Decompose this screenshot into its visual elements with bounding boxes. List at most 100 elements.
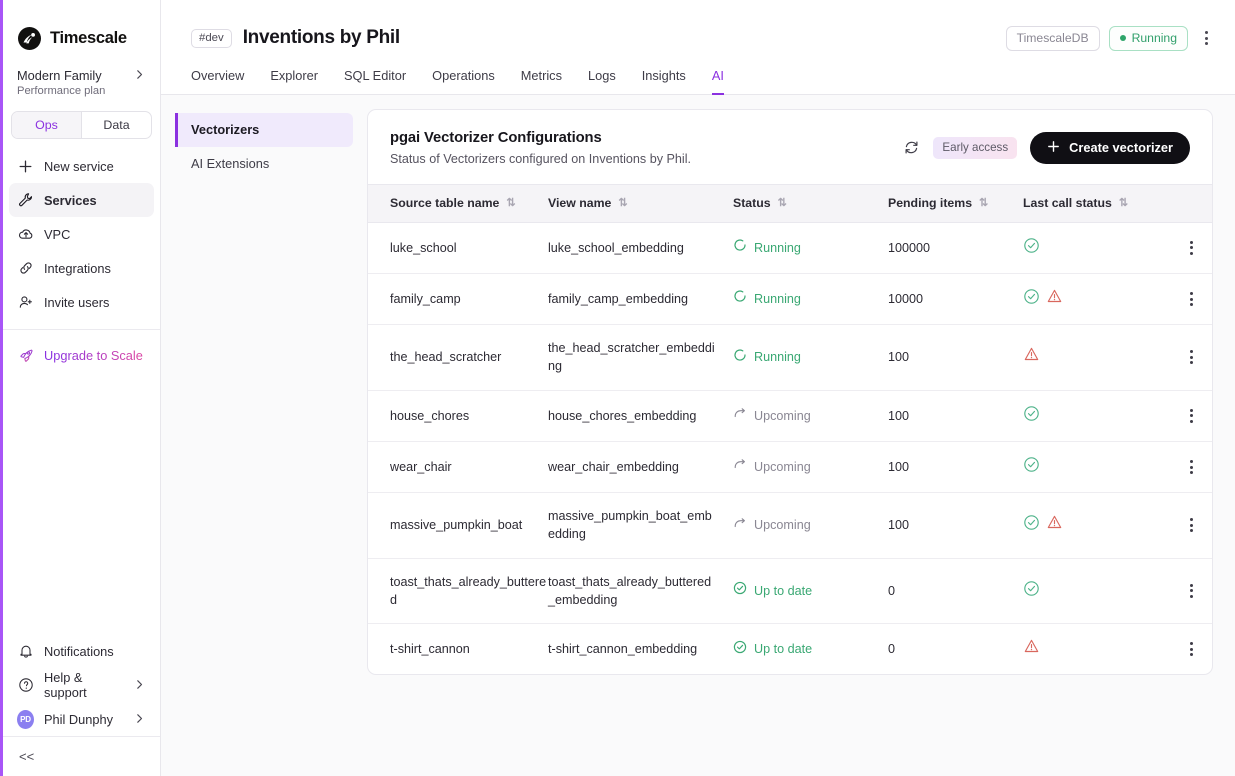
column-header-pending-items[interactable]: Pending items ⇅ bbox=[888, 184, 1023, 222]
sidebar-item-integrations[interactable]: Integrations bbox=[9, 251, 154, 285]
environment-badge: #dev bbox=[191, 29, 232, 48]
sidebar-nav: New service Services VPC bbox=[3, 149, 160, 372]
more-options-icon[interactable] bbox=[1197, 31, 1215, 45]
row-more-options-icon[interactable] bbox=[1168, 292, 1213, 306]
table-row[interactable]: the_head_scratcherthe_head_scratcher_emb… bbox=[368, 325, 1213, 391]
ops-data-toggle[interactable]: Ops Data bbox=[11, 111, 152, 139]
tab-sql-editor[interactable]: SQL Editor bbox=[344, 68, 406, 95]
sidebar-item-label: Notifications bbox=[44, 644, 114, 659]
column-header-view-name[interactable]: View name ⇅ bbox=[548, 184, 733, 222]
cell-last-call-status bbox=[1023, 493, 1168, 559]
row-more-options-icon[interactable] bbox=[1168, 350, 1213, 364]
brand-logo[interactable]: Timescale bbox=[3, 0, 160, 56]
cloud-upload-icon bbox=[17, 226, 34, 243]
row-more-options-icon[interactable] bbox=[1168, 584, 1213, 598]
cell-last-call-status bbox=[1023, 273, 1168, 324]
cell-status: Upcoming bbox=[733, 441, 888, 492]
tab-insights[interactable]: Insights bbox=[642, 68, 686, 95]
user-plus-icon bbox=[17, 294, 34, 311]
column-header-source-table-name[interactable]: Source table name ⇅ bbox=[368, 184, 548, 222]
cell-row-actions bbox=[1168, 390, 1213, 441]
view-name: family_camp_embedding bbox=[548, 292, 688, 306]
table-row[interactable]: toast_thats_already_butteredtoast_thats_… bbox=[368, 558, 1213, 624]
sort-icon[interactable]: ⇅ bbox=[1119, 198, 1127, 209]
cell-last-call-status bbox=[1023, 558, 1168, 624]
source-table-name: wear_chair bbox=[390, 460, 452, 474]
avatar-initials: PD bbox=[17, 710, 34, 729]
sidebar-item-new-service[interactable]: New service bbox=[9, 149, 154, 183]
create-vectorizer-button[interactable]: Create vectorizer bbox=[1030, 132, 1190, 164]
sidebar-item-label: New service bbox=[44, 159, 114, 174]
sidebar-divider bbox=[3, 329, 160, 330]
sidebar-item-notifications[interactable]: Notifications bbox=[9, 634, 154, 668]
sidebar-item-label: Upgrade to Scale bbox=[44, 348, 143, 363]
table-row[interactable]: massive_pumpkin_boatmassive_pumpkin_boat… bbox=[368, 493, 1213, 559]
warning-triangle-icon bbox=[1046, 514, 1063, 536]
cell-source-table-name: family_camp bbox=[368, 273, 548, 324]
row-more-options-icon[interactable] bbox=[1168, 241, 1213, 255]
tab-ai[interactable]: AI bbox=[712, 68, 724, 95]
tab-explorer[interactable]: Explorer bbox=[270, 68, 318, 95]
row-more-options-icon[interactable] bbox=[1168, 409, 1213, 423]
status-upcoming-icon bbox=[733, 516, 747, 535]
sidebar-item-label: Help & support bbox=[44, 670, 123, 700]
tab-overview[interactable]: Overview bbox=[191, 68, 244, 95]
table-row[interactable]: family_campfamily_camp_embeddingRunning1… bbox=[368, 273, 1213, 324]
sidebar-item-upgrade-to-scale[interactable]: Upgrade to Scale bbox=[9, 338, 154, 372]
sort-icon[interactable]: ⇅ bbox=[778, 198, 786, 209]
cell-row-actions bbox=[1168, 325, 1213, 391]
early-access-badge: Early access bbox=[933, 137, 1017, 159]
cell-source-table-name: house_chores bbox=[368, 390, 548, 441]
column-header-last-call-status[interactable]: Last call status ⇅ bbox=[1023, 184, 1168, 222]
sidebar-item-vpc[interactable]: VPC bbox=[9, 217, 154, 251]
table-row[interactable]: house_choreshouse_chores_embeddingUpcomi… bbox=[368, 390, 1213, 441]
cell-row-actions bbox=[1168, 273, 1213, 324]
check-circle-icon bbox=[1023, 288, 1040, 310]
status-running-icon bbox=[733, 238, 747, 257]
bell-icon bbox=[17, 643, 34, 660]
sort-icon[interactable]: ⇅ bbox=[979, 198, 987, 209]
sidebar-item-help-support[interactable]: Help & support bbox=[9, 668, 154, 702]
sidebar-item-user-account[interactable]: PD Phil Dunphy bbox=[9, 702, 154, 736]
cell-source-table-name: t-shirt_cannon bbox=[368, 624, 548, 675]
org-block[interactable]: Modern Family Performance plan bbox=[3, 56, 160, 97]
card-header-actions: Early access Create vectorizer bbox=[903, 132, 1190, 164]
table-row[interactable]: wear_chairwear_chair_embeddingUpcoming10… bbox=[368, 441, 1213, 492]
status-running-icon bbox=[733, 348, 747, 367]
warning-triangle-icon bbox=[1023, 346, 1040, 368]
row-more-options-icon[interactable] bbox=[1168, 518, 1213, 532]
row-more-options-icon[interactable] bbox=[1168, 642, 1213, 656]
column-label: View name bbox=[548, 196, 611, 210]
check-circle-icon bbox=[1023, 514, 1040, 536]
subnav-item-vectorizers[interactable]: Vectorizers bbox=[175, 113, 353, 147]
refresh-icon[interactable] bbox=[903, 139, 920, 156]
plus-icon bbox=[17, 158, 34, 175]
tab-logs[interactable]: Logs bbox=[588, 68, 616, 95]
cell-view-name: the_head_scratcher_embedding bbox=[548, 325, 733, 391]
table-row[interactable]: t-shirt_cannont-shirt_cannon_embeddingUp… bbox=[368, 624, 1213, 675]
card-subtitle: Status of Vectorizers configured on Inve… bbox=[390, 152, 691, 166]
service-type-badge: TimescaleDB bbox=[1006, 26, 1100, 51]
cell-pending-items: 100 bbox=[888, 493, 1023, 559]
status-dot-icon bbox=[1120, 35, 1126, 41]
status-label: Running bbox=[754, 239, 801, 257]
tab-operations[interactable]: Operations bbox=[432, 68, 495, 95]
status-label: Upcoming bbox=[754, 407, 811, 425]
sort-icon[interactable]: ⇅ bbox=[618, 198, 626, 209]
toggle-option-data[interactable]: Data bbox=[82, 112, 151, 138]
row-more-options-icon[interactable] bbox=[1168, 460, 1213, 474]
column-header-status[interactable]: Status ⇅ bbox=[733, 184, 888, 222]
sort-icon[interactable]: ⇅ bbox=[506, 198, 514, 209]
sidebar-item-invite-users[interactable]: Invite users bbox=[9, 285, 154, 319]
page-body: Vectorizers AI Extensions pgai Vectorize… bbox=[161, 95, 1235, 776]
subnav-item-ai-extensions[interactable]: AI Extensions bbox=[175, 147, 353, 181]
pending-items-value: 0 bbox=[888, 584, 895, 598]
avatar: PD bbox=[17, 711, 34, 728]
service-tabs: Overview Explorer SQL Editor Operations … bbox=[161, 68, 1235, 95]
table-row[interactable]: luke_schoolluke_school_embeddingRunning1… bbox=[368, 222, 1213, 273]
toggle-option-ops[interactable]: Ops bbox=[12, 112, 82, 138]
collapse-sidebar-button[interactable]: << bbox=[3, 736, 160, 776]
sidebar-bottom: Notifications Help & support PD bbox=[3, 634, 160, 776]
tab-metrics[interactable]: Metrics bbox=[521, 68, 562, 95]
sidebar-item-services[interactable]: Services bbox=[9, 183, 154, 217]
